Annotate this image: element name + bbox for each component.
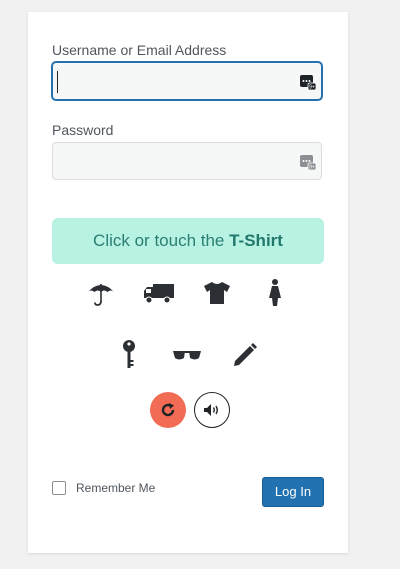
captcha-prefix: Click or touch the — [93, 231, 230, 250]
svg-text:9+: 9+ — [309, 85, 315, 91]
speaker-icon — [204, 404, 218, 416]
password-field[interactable]: 9+ — [52, 142, 322, 180]
refresh-icon — [161, 403, 175, 417]
key-icon[interactable] — [112, 338, 146, 372]
captcha-instruction: Click or touch the T-Shirt — [52, 218, 324, 264]
truck-icon[interactable] — [142, 276, 176, 310]
tshirt-icon[interactable] — [200, 276, 234, 310]
username-field[interactable]: 9+ — [52, 62, 322, 100]
audio-captcha-button[interactable] — [194, 392, 230, 428]
password-manager-icon[interactable]: 9+ — [299, 73, 317, 91]
svg-text:9+: 9+ — [309, 165, 315, 171]
umbrella-icon[interactable] — [84, 276, 118, 310]
username-label: Username or Email Address — [52, 42, 227, 58]
sunglasses-icon[interactable] — [170, 338, 204, 372]
female-figure-icon[interactable] — [258, 276, 292, 310]
pencil-icon[interactable] — [228, 338, 262, 372]
login-card: Username or Email Address 9+ Password 9+… — [28, 12, 348, 553]
remember-me-label[interactable]: Remember Me — [76, 481, 155, 495]
refresh-captcha-button[interactable] — [150, 392, 186, 428]
captcha-target: T-Shirt — [229, 231, 283, 250]
login-button[interactable]: Log In — [262, 477, 324, 507]
password-manager-icon[interactable]: 9+ — [299, 153, 317, 171]
password-label: Password — [52, 122, 114, 138]
remember-me-checkbox[interactable] — [52, 481, 66, 495]
text-caret — [57, 71, 58, 93]
